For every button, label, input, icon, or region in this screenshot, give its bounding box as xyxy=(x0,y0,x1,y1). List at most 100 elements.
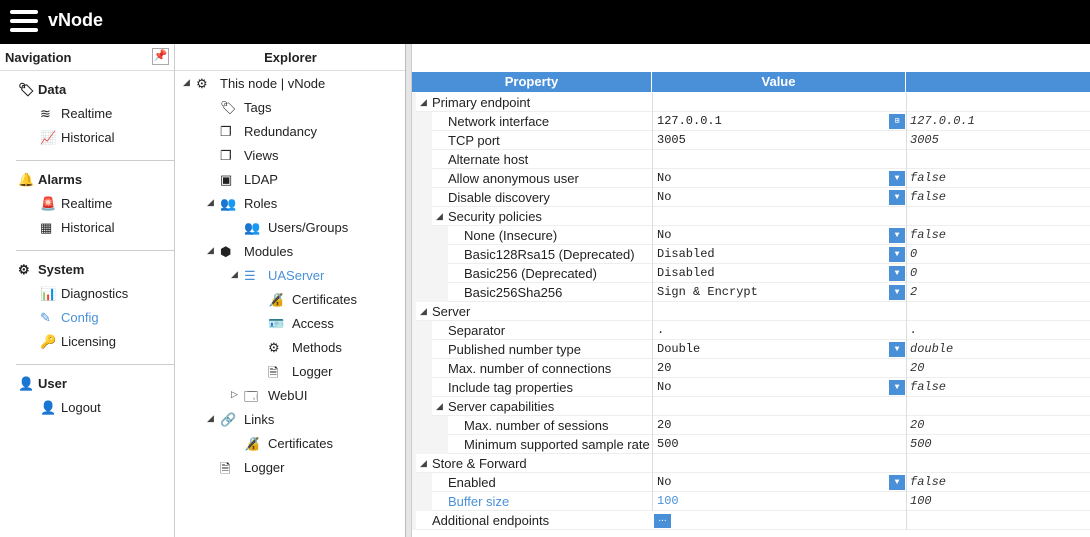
grid-row[interactable]: Additional endpoints... xyxy=(412,511,1090,530)
dropdown-arrow-icon[interactable]: ▼ xyxy=(889,285,905,300)
value-select[interactable]: Disabled ▼ xyxy=(652,245,906,264)
certificate-icon: 🔏 xyxy=(268,292,285,307)
collapse-arrow-icon[interactable]: ▷ xyxy=(231,389,238,400)
property-name: Security policies xyxy=(448,209,542,224)
grid-row[interactable]: Disable discovery No ▼ false xyxy=(412,188,1090,207)
grid-row[interactable]: Minimum supported sample rate 500 500 xyxy=(412,435,1090,454)
grid-row[interactable]: Allow anonymous user No ▼ false xyxy=(412,169,1090,188)
grid-row[interactable]: Include tag properties No ▼ false xyxy=(412,378,1090,397)
value-field[interactable]: 20 xyxy=(652,416,906,435)
value-select[interactable]: No ▼ xyxy=(652,226,906,245)
grid-row[interactable]: Max. number of sessions 20 20 xyxy=(412,416,1090,435)
property-name: Basic256Sha256 xyxy=(464,285,563,300)
value-field[interactable]: 3005 xyxy=(652,131,906,150)
default-value xyxy=(906,454,1090,473)
grid-row[interactable]: ◢ Security policies xyxy=(412,207,1090,226)
grid-row[interactable]: Alternate host xyxy=(412,150,1090,169)
table-icon: ▦ xyxy=(40,220,53,235)
grid-row[interactable]: TCP port 3005 3005 xyxy=(412,131,1090,150)
property-name: None (Insecure) xyxy=(464,228,558,243)
dropdown-arrow-icon[interactable]: ▼ xyxy=(889,247,905,262)
document-icon: 🗎 xyxy=(220,461,231,476)
dropdown-arrow-icon[interactable]: ▼ xyxy=(889,171,905,186)
property-name: Primary endpoint xyxy=(432,95,531,110)
default-value: false xyxy=(906,188,1090,207)
property-name: Allow anonymous user xyxy=(448,171,579,186)
grid-row[interactable]: Network interface 127.0.0.1 ⊞ 127.0.0.1 xyxy=(412,112,1090,131)
dropdown-arrow-icon[interactable]: ▼ xyxy=(889,190,905,205)
grid-row[interactable]: ◢ Primary endpoint xyxy=(412,93,1090,112)
explorer-panel: Explorer ◢ ⚙ This node | vNode 🏷 Tags ❐ Redu… xyxy=(175,44,406,537)
grid-row[interactable]: Enabled No ▼ false xyxy=(412,473,1090,492)
dropdown-arrow-icon[interactable]: ▼ xyxy=(889,475,905,490)
pin-icon[interactable]: 📌 xyxy=(152,48,169,65)
value-select[interactable]: No ▼ xyxy=(652,378,906,397)
row-gutter xyxy=(412,302,416,321)
default-value: 127.0.0.1 xyxy=(906,112,1090,131)
value-field[interactable]: 100 xyxy=(652,492,906,511)
value-select[interactable]: No ▼ xyxy=(652,188,906,207)
expand-arrow-icon[interactable]: ◢ xyxy=(231,269,238,280)
value-field[interactable]: 20 xyxy=(652,359,906,378)
value-field[interactable]: . xyxy=(652,321,906,340)
panel-splitter[interactable] xyxy=(405,44,412,537)
dropdown-arrow-icon[interactable]: ▼ xyxy=(889,380,905,395)
ellipsis-button[interactable]: ... xyxy=(654,514,671,528)
grid-row[interactable]: Max. number of connections 20 20 xyxy=(412,359,1090,378)
header-value[interactable]: Value xyxy=(652,72,906,92)
value-field xyxy=(652,207,906,226)
value-text: . xyxy=(657,323,665,337)
dropdown-arrow-icon[interactable]: ▼ xyxy=(889,266,905,281)
value-input[interactable]: 127.0.0.1 ⊞ xyxy=(652,112,906,131)
value-text: 20 xyxy=(657,418,672,432)
default-value: 500 xyxy=(906,435,1090,454)
header-default[interactable] xyxy=(906,72,1090,92)
network-icon[interactable]: ⊞ xyxy=(889,114,905,129)
row-gutter xyxy=(412,435,448,454)
value-select[interactable]: Sign & Encrypt ▼ xyxy=(652,283,906,302)
property-name: Alternate host xyxy=(448,152,529,167)
dropdown-arrow-icon[interactable]: ▼ xyxy=(889,228,905,243)
grid-row[interactable]: ◢ Server capabilities xyxy=(412,397,1090,416)
default-value: 3005 xyxy=(906,131,1090,150)
value-select[interactable]: Disabled ▼ xyxy=(652,264,906,283)
expand-arrow-icon[interactable]: ◢ xyxy=(183,77,190,88)
header-property[interactable]: Property xyxy=(412,72,652,92)
grid-row[interactable]: Published number type Double ▼ double xyxy=(412,340,1090,359)
cubes-icon: ⬢ xyxy=(220,244,232,259)
app-title: vNode xyxy=(48,10,104,30)
expand-arrow-icon[interactable]: ◢ xyxy=(207,245,214,256)
expand-arrow-icon[interactable]: ◢ xyxy=(436,207,443,226)
value-field[interactable]: 500 xyxy=(652,435,906,454)
value-select[interactable]: Double ▼ xyxy=(652,340,906,359)
dropdown-arrow-icon[interactable]: ▼ xyxy=(889,342,905,357)
expand-arrow-icon[interactable]: ◢ xyxy=(420,454,427,473)
value-select[interactable]: No ▼ xyxy=(652,473,906,492)
grid-row[interactable]: Separator.. xyxy=(412,321,1090,340)
grid-row[interactable]: ◢ Store & Forward xyxy=(412,454,1090,473)
default-value xyxy=(906,302,1090,321)
property-name: Minimum supported sample rate xyxy=(464,437,650,452)
row-gutter xyxy=(412,397,432,416)
expand-arrow-icon[interactable]: ◢ xyxy=(436,397,443,416)
property-name: Server xyxy=(432,304,471,319)
value-text: No xyxy=(657,228,672,242)
grid-row[interactable]: ◢ Server xyxy=(412,302,1090,321)
expand-arrow-icon[interactable]: ◢ xyxy=(207,413,214,424)
expand-arrow-icon[interactable]: ◢ xyxy=(420,93,427,112)
value-select[interactable]: No ▼ xyxy=(652,169,906,188)
grid-row[interactable]: Basic256 (Deprecated) Disabled ▼ 0 xyxy=(412,264,1090,283)
grid-row[interactable]: Basic256Sha256 Sign & Encrypt ▼ 2 xyxy=(412,283,1090,302)
property-name: Published number type xyxy=(448,342,581,357)
grid-row[interactable]: Basic128Rsa15 (Deprecated) Disabled ▼ 0 xyxy=(412,245,1090,264)
property-grid: Property Value ◢ Primary endpoint Network … xyxy=(412,44,1090,537)
property-name: Buffer size xyxy=(448,494,510,509)
expand-arrow-icon[interactable]: ◢ xyxy=(207,197,214,208)
hamburger-menu-icon[interactable] xyxy=(10,10,38,32)
grid-row[interactable]: Buffer size 100 100 xyxy=(412,492,1090,511)
value-field[interactable] xyxy=(652,150,906,169)
navigation-panel: Navigation 📌 🏷 Data ≋ Realtime 📈 Historical… xyxy=(0,44,175,537)
grid-row[interactable]: None (Insecure) No ▼ false xyxy=(412,226,1090,245)
expand-arrow-icon[interactable]: ◢ xyxy=(420,302,427,321)
key-icon: 🔑 xyxy=(40,334,57,349)
